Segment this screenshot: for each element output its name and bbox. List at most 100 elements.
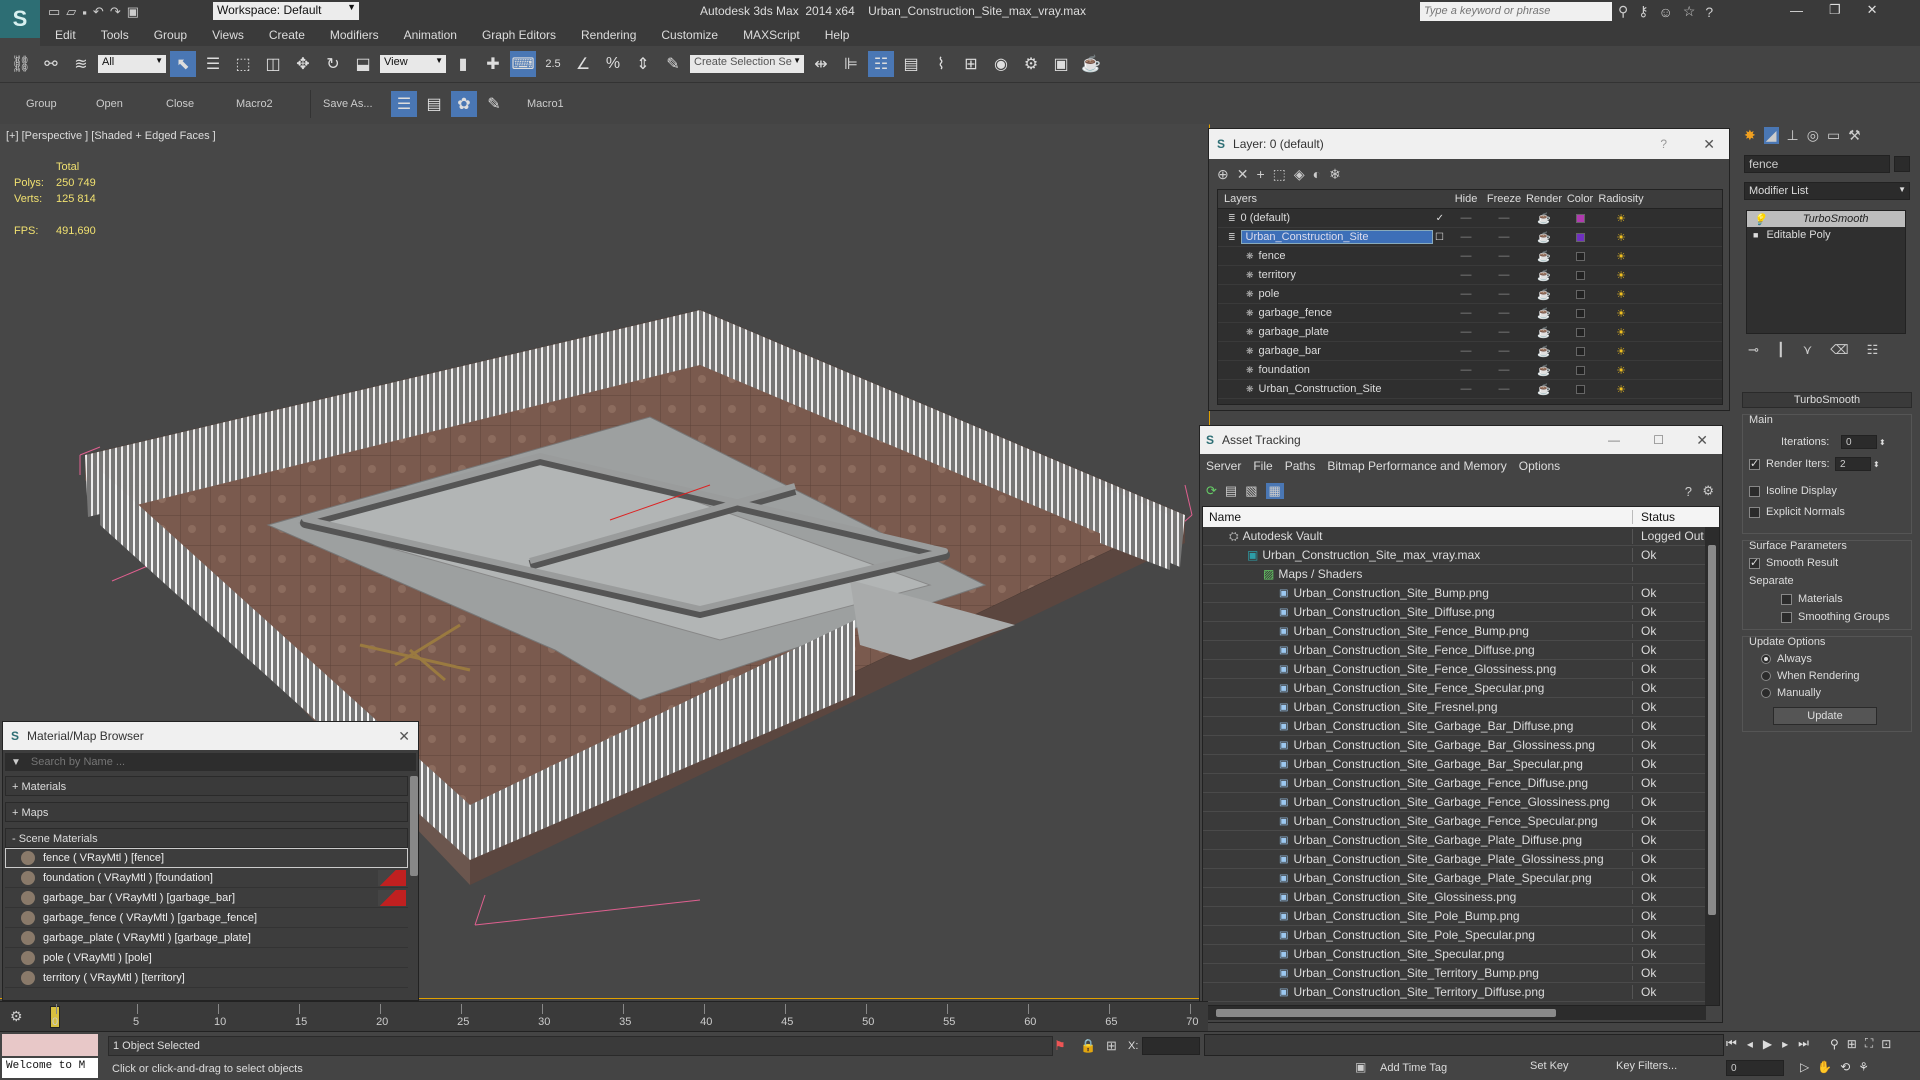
- spinner-arrows-icon[interactable]: ⬍: [1879, 438, 1886, 447]
- object-color-swatch[interactable]: [1894, 156, 1910, 172]
- column-radiosity[interactable]: Radiosity: [1596, 193, 1646, 205]
- select-by-name-icon[interactable]: ☰: [200, 51, 226, 77]
- time-tag-icon[interactable]: ▣: [1355, 1060, 1366, 1074]
- bind-spacewarp-icon[interactable]: ≋: [68, 51, 94, 77]
- asset-scroll-thumb[interactable]: [1708, 545, 1716, 915]
- star-icon[interactable]: ☆: [1683, 3, 1696, 20]
- layer-color-swatch[interactable]: [1564, 327, 1596, 337]
- radiosity-icon[interactable]: ☀: [1596, 269, 1646, 282]
- walkthrough-icon[interactable]: ⚘: [1858, 1060, 1869, 1074]
- radiosity-icon[interactable]: ☀: [1596, 212, 1646, 225]
- layer-color-swatch[interactable]: [1564, 213, 1596, 223]
- layer-color-swatch[interactable]: [1564, 365, 1596, 375]
- asset-map-row[interactable]: ▣ Urban_Construction_Site_Diffuse.png Ok: [1203, 603, 1719, 622]
- menu-paths[interactable]: Paths: [1285, 459, 1316, 473]
- close-icon[interactable]: ✕: [398, 728, 410, 745]
- unlink-icon[interactable]: ⚯: [38, 51, 64, 77]
- column-layers[interactable]: Layers: [1218, 193, 1448, 205]
- hide-toggle[interactable]: —: [1448, 326, 1484, 338]
- hide-toggle[interactable]: —: [1448, 307, 1484, 319]
- radiosity-icon[interactable]: ☀: [1596, 288, 1646, 301]
- list-view-icon[interactable]: ▤: [1225, 483, 1237, 499]
- zoom-icon[interactable]: ⚲: [1830, 1037, 1839, 1051]
- maximize-viewport-icon[interactable]: ⊡: [1881, 1037, 1891, 1051]
- add-time-tag[interactable]: Add Time Tag: [1380, 1062, 1447, 1074]
- select-scale-icon[interactable]: ⬓: [350, 51, 376, 77]
- smooth-result-checkbox[interactable]: [1749, 556, 1760, 569]
- menu-views[interactable]: Views: [212, 28, 244, 42]
- hide-toggle[interactable]: —: [1448, 231, 1484, 243]
- restore-icon[interactable]: ❐: [1829, 2, 1841, 18]
- new-file-icon[interactable]: ▭: [48, 4, 60, 20]
- select-layer-objects-icon[interactable]: ⬚: [1273, 166, 1286, 183]
- hide-toggle[interactable]: —: [1448, 383, 1484, 395]
- hide-all-layers-icon[interactable]: ◐: [1313, 166, 1321, 182]
- motion-tab-icon[interactable]: ◎: [1807, 127, 1819, 144]
- select-move-icon[interactable]: ✥: [290, 51, 316, 77]
- separate-materials-checkbox[interactable]: [1781, 593, 1792, 605]
- menu-graph-editors[interactable]: Graph Editors: [482, 28, 556, 42]
- column-freeze[interactable]: Freeze: [1484, 193, 1524, 205]
- layer-color-swatch[interactable]: [1564, 308, 1596, 318]
- undo-icon[interactable]: ↶: [93, 4, 104, 20]
- scene-material-item[interactable]: garbage_plate ( VRayMtl ) [garbage_plate…: [5, 928, 408, 948]
- column-render[interactable]: Render: [1524, 193, 1564, 205]
- open-group-button[interactable]: Open: [96, 98, 166, 110]
- maxscript-listener-mini[interactable]: [2, 1034, 98, 1056]
- render-toggle-icon[interactable]: ☕: [1524, 345, 1564, 358]
- layer-row[interactable]: ❋ garbage_fence — — ☕ ☀: [1218, 304, 1722, 323]
- menu-bitmap-performance[interactable]: Bitmap Performance and Memory: [1327, 459, 1506, 473]
- key-filters-button[interactable]: Key Filters...: [1616, 1060, 1677, 1072]
- time-configuration-icon[interactable]: ⚙: [10, 1008, 23, 1025]
- display-tab-icon[interactable]: ▭: [1827, 127, 1840, 144]
- asset-map-row[interactable]: ▣ Urban_Construction_Site_Pole_Specular.p…: [1203, 926, 1719, 945]
- freeze-all-layers-icon[interactable]: ❄: [1329, 166, 1341, 183]
- curve-editor-icon[interactable]: ⌇: [928, 51, 954, 77]
- asset-map-row[interactable]: ▣ Urban_Construction_Site_Glossiness.png O…: [1203, 888, 1719, 907]
- freeze-toggle[interactable]: —: [1484, 345, 1524, 357]
- asset-map-row[interactable]: ▣ Urban_Construction_Site_Bump.png Ok: [1203, 584, 1719, 603]
- freeze-toggle[interactable]: —: [1484, 212, 1524, 224]
- menu-help[interactable]: Help: [825, 28, 850, 42]
- scene-material-item[interactable]: pole ( VRayMtl ) [pole]: [5, 948, 408, 968]
- layer-color-swatch[interactable]: [1564, 270, 1596, 280]
- menu-server[interactable]: Server: [1206, 459, 1241, 473]
- radiosity-icon[interactable]: ☀: [1596, 231, 1646, 244]
- absolute-mode-icon[interactable]: ⊞: [1106, 1038, 1117, 1054]
- maxscript-output[interactable]: Welcome to M: [2, 1058, 98, 1078]
- scene-material-item[interactable]: foundation ( VRayMtl ) [foundation]: [5, 868, 408, 888]
- stack-turbosmooth[interactable]: 💡 TurboSmooth: [1747, 211, 1905, 227]
- asset-map-row[interactable]: ▣ Urban_Construction_Site_Fresnel.png Ok: [1203, 698, 1719, 717]
- layer-color-swatch[interactable]: [1564, 346, 1596, 356]
- update-when-rendering-radio[interactable]: [1761, 671, 1771, 681]
- update-button[interactable]: Update: [1773, 707, 1877, 725]
- asset-horizontal-scrollbar[interactable]: [1202, 1006, 1706, 1020]
- render-toggle-icon[interactable]: ☕: [1524, 250, 1564, 263]
- show-end-result-icon[interactable]: ┃: [1777, 342, 1785, 358]
- asset-map-row[interactable]: ▣ Urban_Construction_Site_Fence_Glossines…: [1203, 660, 1719, 679]
- edit-named-selection-icon[interactable]: ✎: [660, 51, 686, 77]
- add-to-layer-icon[interactable]: +: [1256, 166, 1264, 182]
- asset-map-row[interactable]: ▣ Urban_Construction_Site_Territory_Diffu…: [1203, 983, 1719, 1002]
- zoom-extents-icon[interactable]: ⛶: [1865, 1036, 1873, 1051]
- menu-tools[interactable]: Tools: [101, 28, 129, 42]
- layer-row[interactable]: ≣ 0 (default) ✓ — — ☕ ☀: [1218, 209, 1722, 228]
- help-icon[interactable]: ?: [1685, 484, 1692, 499]
- update-always-radio[interactable]: [1761, 654, 1771, 664]
- menu-animation[interactable]: Animation: [404, 28, 457, 42]
- link-icon[interactable]: ⛓: [8, 51, 34, 77]
- freeze-toggle[interactable]: —: [1484, 307, 1524, 319]
- layer-row[interactable]: ❋ garbage_bar — — ☕ ☀: [1218, 342, 1722, 361]
- previous-frame-icon[interactable]: ◂: [1747, 1037, 1753, 1051]
- asset-map-row[interactable]: ▣ Urban_Construction_Site_Garbage_Fence_S…: [1203, 812, 1719, 831]
- scene-material-item[interactable]: territory ( VRayMtl ) [territory]: [5, 968, 408, 988]
- render-production-icon[interactable]: ☕: [1078, 51, 1104, 77]
- spinner-arrows-icon[interactable]: ⬍: [1873, 460, 1880, 469]
- asset-map-row[interactable]: ▣ Urban_Construction_Site_Fence_Diffuse.p…: [1203, 641, 1719, 660]
- infocenter-search[interactable]: [1420, 2, 1612, 21]
- highlight-layer-icon[interactable]: ◈: [1294, 166, 1305, 183]
- scene-material-item[interactable]: garbage_fence ( VRayMtl ) [garbage_fence…: [5, 908, 408, 928]
- asset-map-row[interactable]: ▣ Urban_Construction_Site_Garbage_Plate_D…: [1203, 831, 1719, 850]
- render-toggle-icon[interactable]: ☕: [1524, 269, 1564, 282]
- rendered-frame-window-icon[interactable]: ▣: [1048, 51, 1074, 77]
